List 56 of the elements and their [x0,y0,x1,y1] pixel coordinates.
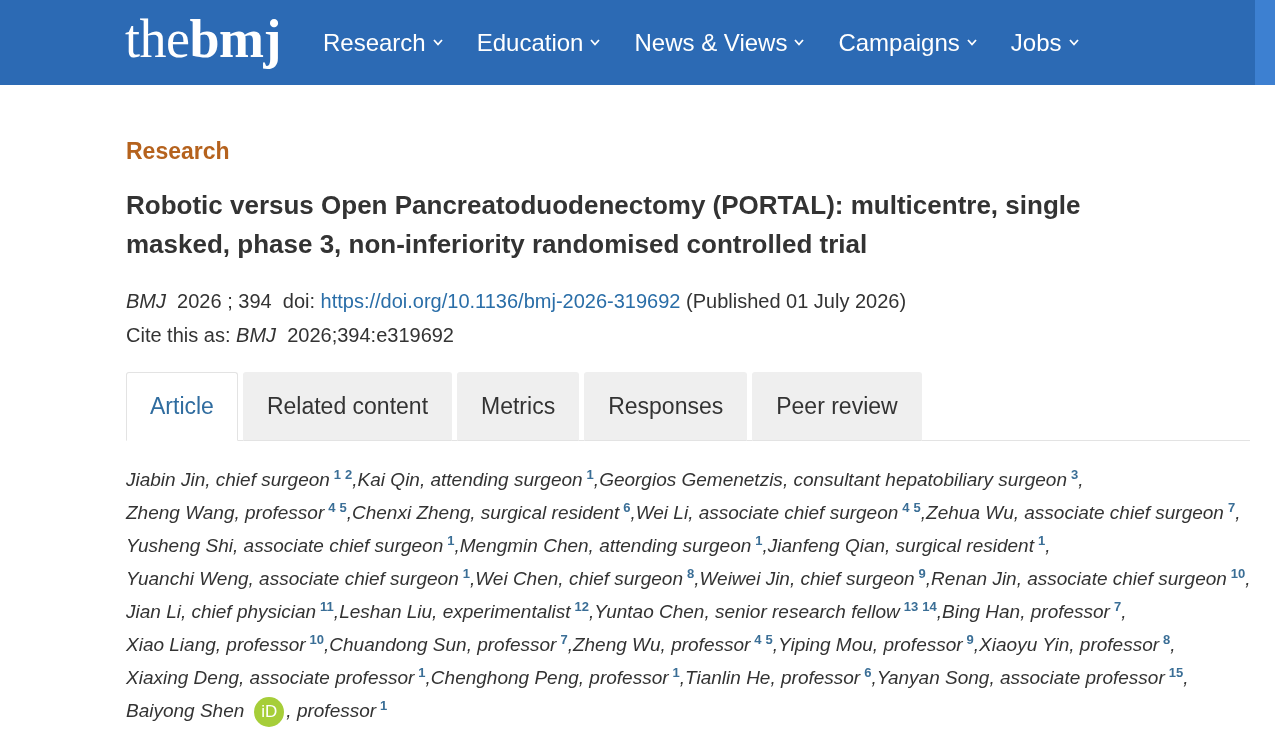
affiliation-link[interactable]: 8 [686,565,695,581]
affiliation-link[interactable]: 5 [765,631,773,647]
affiliation-link[interactable]: 9 [918,565,926,581]
cite-as-line: Cite this as: BMJ 2026;394:e319692 [126,323,455,348]
affiliation-link[interactable]: 5 [339,499,347,515]
tab[interactable]: Metrics [457,372,580,441]
affiliation-link[interactable]: 6 [864,664,872,680]
affiliation-link[interactable]: 12 [574,598,589,614]
nav-menu-item[interactable]: Education [476,28,601,57]
tab[interactable]: Related content [242,372,453,441]
tab[interactable]: Article [126,372,238,441]
tab[interactable]: Responses [584,372,748,441]
affiliation-link[interactable]: 15 [1168,664,1184,680]
affiliation-link[interactable]: 1 [333,466,342,482]
affiliation-link[interactable]: 1 [418,664,426,680]
chevron-down-icon [432,39,443,46]
citation-line: BMJ 2026 ; 394 doi: https://doi.org/10.1136/bmj-2026-319692 (Published 01 July 2026) [126,289,908,314]
affiliation-link[interactable]: 5 [913,499,921,515]
author-list: Jiabin Jin, chief surgeon $^{1}$ $^{2}$,Kai Qin, attending surgeon $^{1}$,Georgios Gemenetzis, consultant hepatobiliary surgeon $^{3}$, Zheng Wang, professor $^{4}$ $^{5}$,Chenxi Zheng, surgical resident $^{6}$,Wei Li, associate chief surgeon $^{4}$ $^{5}$,Zehua Wu, associate chief surgeon $^{7}$, Yusheng Shi, associate chief surgeon $^{1}$,Mengmin Chen, attending surgeon $^{1}$,Jianfeng Qian, surgical resident $^{1}$, Yuanchi Weng, associate chief surgeon $^{1}$,Wei Chen, chief surgeon $^{8}$,Weiwei Jin, chief surgeon $^{9}$,Renan Jin, associate chief surgeon $^{10}$, Jian Li, chief physician $^{11}$,Leshan Liu, experimentalist $^{12}$,Yuntao Chen, senior research fellow $^{13}$ $^{14}$,Bing Han, professor $^{7}$, Xiao Liang, professor $^{10}$,Chuandong Sun, professor $^{7}$,Zheng Wu, professor $^{4}$ $^{5}$,Yiping Mou, professor $^{9}$,Xiaoyu Yin, professor $^{8}$, Xiaxing Deng, associate professor $^{1}$,Chenghong Peng, professor $^{1}$,Tianlin He, professor $^{6}$,Yanyan Song, associate professor $^{15}$, Baiyong Shen iD , professor $^{1}$ [126,463,1264,727]
affiliation-link[interactable]: 1 [1037,532,1046,548]
nav-menu-item[interactable]: Research [323,28,443,57]
nav-menu-item[interactable]: News & Views [634,28,805,57]
chevron-down-icon [1068,39,1079,46]
affiliation-link[interactable]: 1 [447,532,455,548]
chevron-down-icon [966,39,977,46]
affiliation-link[interactable]: 4 [328,499,336,515]
tab[interactable]: Peer review [752,372,922,441]
affiliation-link[interactable]: 7 [1227,499,1236,515]
affiliation-link[interactable]: 1 [755,532,763,548]
affiliation-link[interactable]: 4 [754,631,762,647]
nav-menu-item[interactable]: Campaigns [838,28,977,57]
affiliation-link[interactable]: 7 [560,631,568,647]
affiliation-link[interactable]: 1 [586,466,594,482]
affiliation-link[interactable]: 3 [1071,466,1079,482]
nav-menu-item[interactable]: Jobs [1010,28,1079,57]
site-logo[interactable]: thebmj [125,11,281,74]
affiliation-link[interactable]: 2 [345,466,353,482]
section-label: Research [126,137,231,165]
affiliation-link[interactable]: 7 [1113,598,1122,614]
chevron-down-icon [590,39,601,46]
affiliation-link[interactable]: 10 [309,631,325,647]
chevron-down-icon [794,39,805,46]
header-button[interactable] [1255,0,1275,85]
article-title: Robotic versus Open Pancreatoduodenectomy (PORTAL): multicentre, single masked, phase 3, non-inferiority randomised controlled trial [126,189,1082,261]
affiliation-link[interactable]: 1 [380,697,388,713]
affiliation-link[interactable]: 11 [320,598,334,614]
affiliation-link[interactable]: 10 [1230,565,1246,581]
affiliation-link[interactable]: 6 [623,499,631,515]
affiliation-link[interactable]: 14 [922,598,937,614]
doi-link[interactable]: https://doi.org/10.1136/bmj-2026-319692 [320,290,681,312]
affiliation-link[interactable]: 4 [902,499,910,515]
affiliation-link[interactable]: 8 [1163,631,1171,647]
affiliation-link[interactable]: 9 [966,631,974,647]
affiliation-link[interactable]: 1 [462,565,470,581]
affiliation-link[interactable]: 13 [903,598,919,614]
affiliation-link[interactable]: 1 [672,664,680,680]
